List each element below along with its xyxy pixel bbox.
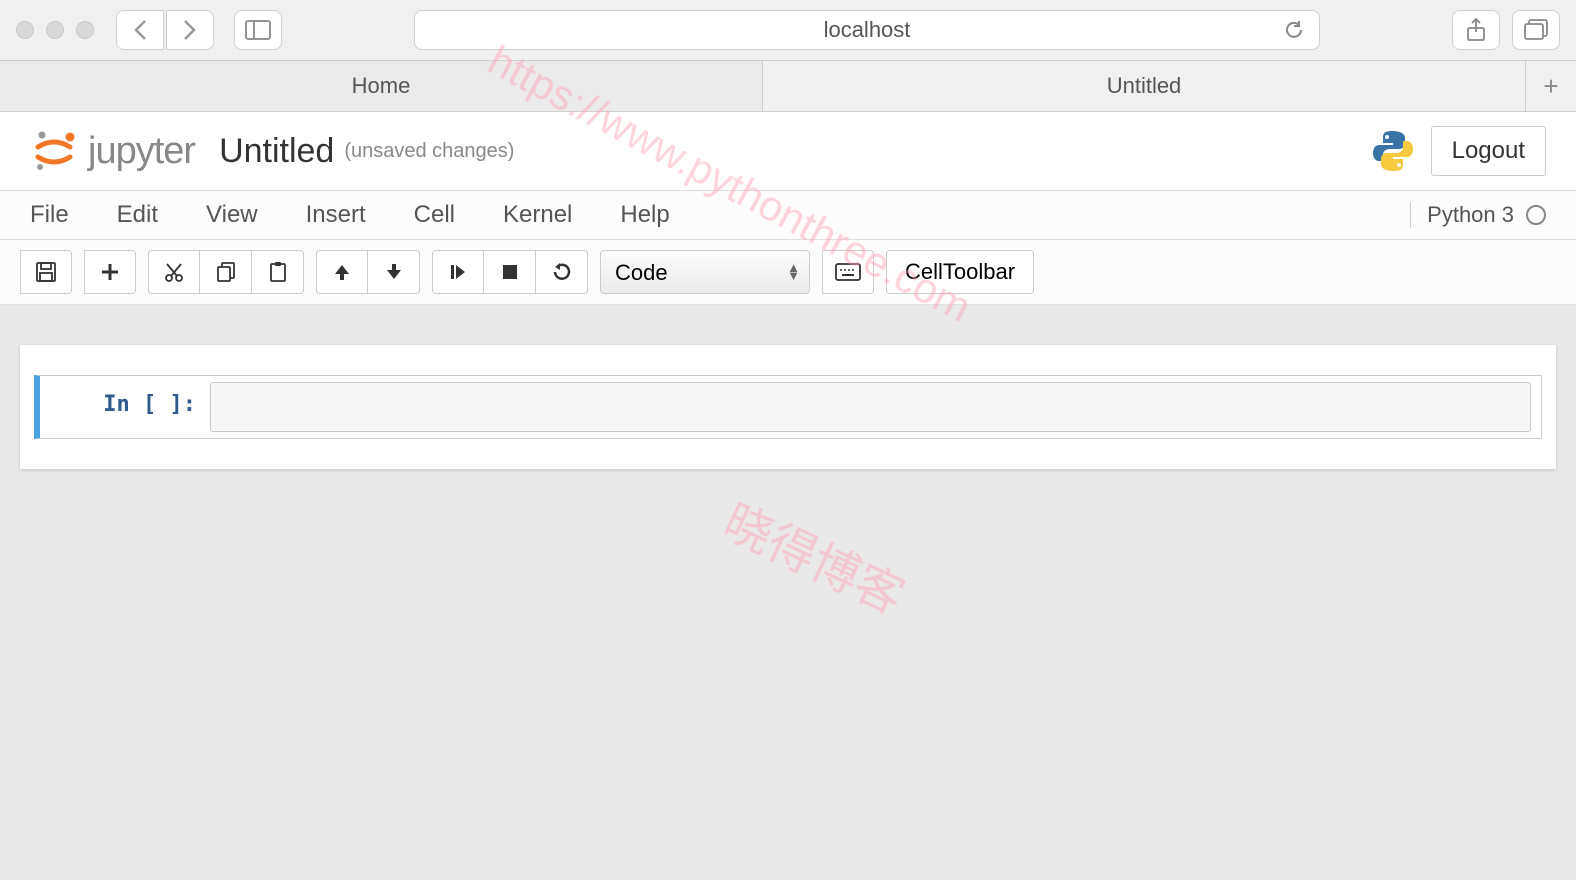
save-status: (unsaved changes)	[344, 140, 514, 163]
save-button[interactable]	[20, 250, 72, 294]
browser-chrome: localhost Home Untitled +	[0, 0, 1576, 112]
browser-toolbar: localhost	[0, 0, 1576, 60]
watermark-text: 晓得博客	[714, 483, 918, 628]
notebook: In [ ]:	[20, 345, 1556, 469]
stop-button[interactable]	[484, 250, 536, 294]
sidebar-toggle-button[interactable]	[234, 10, 282, 50]
logout-button[interactable]: Logout	[1431, 126, 1546, 176]
url-bar[interactable]: localhost	[414, 10, 1320, 50]
copy-button[interactable]	[200, 250, 252, 294]
cut-button[interactable]	[148, 250, 200, 294]
jupyter-logo-text: jupyter	[88, 130, 195, 173]
python-icon	[1369, 127, 1417, 175]
cell-input[interactable]	[210, 382, 1531, 432]
browser-tab-home[interactable]: Home	[0, 61, 763, 111]
back-button[interactable]	[116, 10, 164, 50]
paste-button[interactable]	[252, 250, 304, 294]
browser-tab-untitled[interactable]: Untitled	[763, 61, 1526, 111]
notebook-name[interactable]: Untitled	[219, 132, 334, 171]
tabs-button[interactable]	[1512, 10, 1560, 50]
minimize-window-button[interactable]	[46, 21, 64, 39]
nav-buttons	[116, 10, 214, 50]
add-cell-button[interactable]	[84, 250, 136, 294]
menu-file[interactable]: File	[30, 201, 69, 229]
menu-bar: File Edit View Insert Cell Kernel Help P…	[0, 191, 1576, 240]
move-down-button[interactable]	[368, 250, 420, 294]
maximize-window-button[interactable]	[76, 21, 94, 39]
code-cell[interactable]: In [ ]:	[34, 375, 1542, 439]
cell-type-select[interactable]: Code	[600, 250, 810, 294]
menu-kernel[interactable]: Kernel	[503, 201, 572, 229]
command-palette-button[interactable]	[822, 250, 874, 294]
kernel-name-text: Python 3	[1427, 202, 1514, 228]
restart-button[interactable]	[536, 250, 588, 294]
browser-right-buttons	[1452, 10, 1560, 50]
jupyter-container: jupyter Untitled (unsaved changes) Logou…	[0, 112, 1576, 305]
share-button[interactable]	[1452, 10, 1500, 50]
cell-prompt: In [ ]:	[40, 378, 210, 436]
menu-cell[interactable]: Cell	[414, 201, 455, 229]
menu-help[interactable]: Help	[620, 201, 669, 229]
jupyter-logo[interactable]: jupyter	[30, 127, 195, 175]
window-controls	[16, 21, 94, 39]
jupyter-header: jupyter Untitled (unsaved changes) Logou…	[0, 112, 1576, 191]
notebook-wrapper: In [ ]:	[0, 305, 1576, 489]
run-button[interactable]	[432, 250, 484, 294]
browser-tabs: Home Untitled +	[0, 60, 1576, 111]
forward-button[interactable]	[166, 10, 214, 50]
reload-icon[interactable]	[1283, 19, 1305, 41]
close-window-button[interactable]	[16, 21, 34, 39]
new-tab-button[interactable]: +	[1526, 61, 1576, 111]
toolbar: Code ▲▼ CellToolbar	[0, 240, 1576, 305]
menu-view[interactable]: View	[206, 201, 258, 229]
kernel-status-icon	[1526, 205, 1546, 225]
kernel-indicator: Python 3	[1410, 202, 1546, 228]
cell-type-select-wrap: Code ▲▼	[600, 250, 810, 294]
menu-edit[interactable]: Edit	[117, 201, 158, 229]
cell-toolbar-button[interactable]: CellToolbar	[886, 250, 1034, 294]
menu-insert[interactable]: Insert	[306, 201, 366, 229]
url-text: localhost	[824, 17, 911, 43]
move-up-button[interactable]	[316, 250, 368, 294]
